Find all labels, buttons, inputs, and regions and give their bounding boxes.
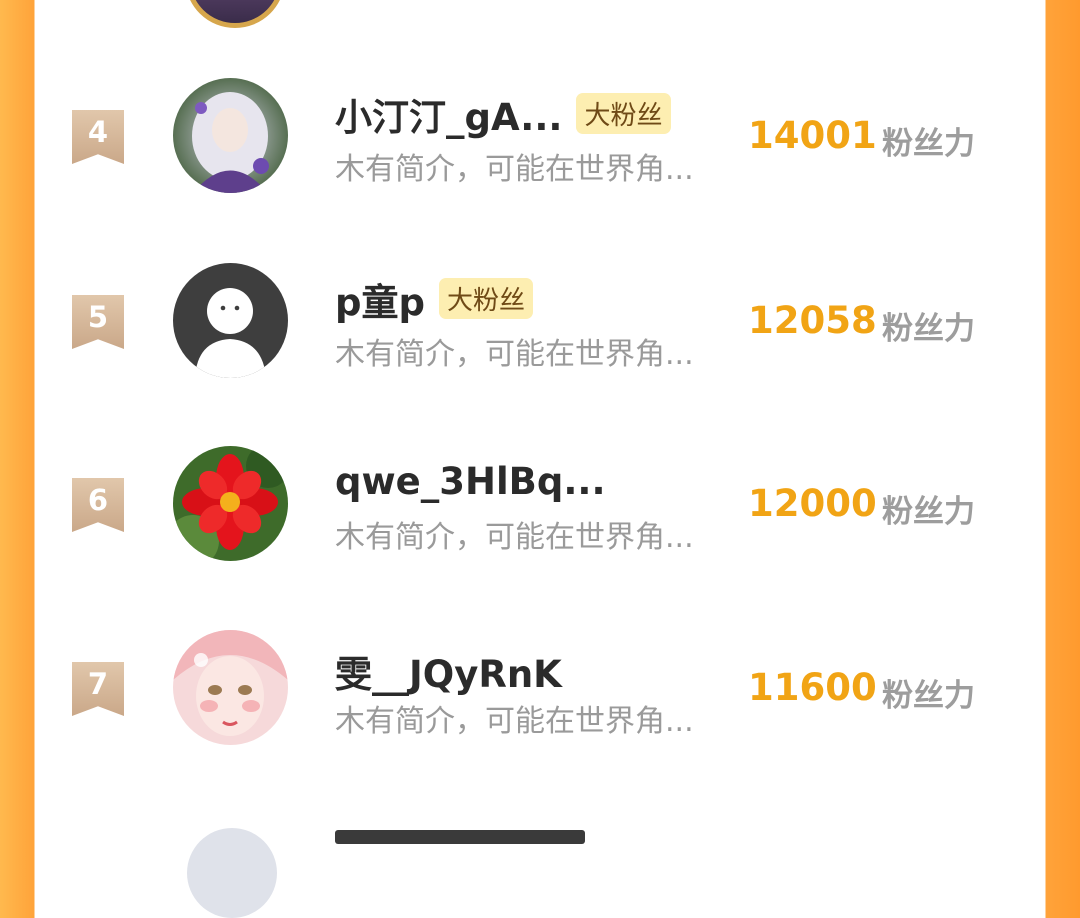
user-name-partial — [335, 830, 585, 844]
pink-girl-avatar-image — [173, 630, 288, 745]
avatar-top-partial[interactable] — [185, 0, 285, 28]
rank-badge: 4 — [72, 110, 124, 164]
fan-power-label: 粉丝力 — [882, 311, 975, 347]
list-item[interactable]: 5 p童p 大粉丝 木有简介，可能在世界角... 12058 粉丝力 — [35, 255, 1045, 405]
fan-power-score: 14001 — [748, 114, 877, 157]
fan-power-score: 11600 — [748, 666, 877, 709]
user-name-text: qwe_3HlBq... — [335, 460, 606, 503]
fan-power-label: 粉丝力 — [882, 494, 975, 530]
list-item[interactable]: 6 qwe_3HlBq... 木有简介，可能在世界角... 12000 粉丝力 — [35, 438, 1045, 588]
user-name[interactable]: 小汀汀_gA... 大粉丝 — [335, 87, 671, 141]
rank-badge: 7 — [72, 662, 124, 716]
avatar[interactable] — [173, 263, 288, 378]
user-name[interactable]: p童p 大粉丝 — [335, 272, 533, 326]
rank-badge: 6 — [72, 478, 124, 532]
user-name-text: 雯__JQyRnK — [335, 653, 562, 696]
fan-power-score: 12058 — [748, 299, 877, 342]
fan-power-score: 12000 — [748, 482, 877, 525]
list-item[interactable]: 4 小汀汀_gA... 大粉丝 木有简介，可能在世界角... 14001 粉丝力 — [35, 70, 1045, 220]
big-fan-badge: 大粉丝 — [438, 278, 533, 319]
user-name-text: 小汀汀_gA... — [335, 96, 563, 139]
ranking-list-card: 4 小汀汀_gA... 大粉丝 木有简介，可能在世界角... 14001 粉丝力… — [35, 0, 1045, 918]
user-name-text: p童p — [335, 281, 425, 324]
list-item[interactable]: 7 雯__JQyRnK 木有简介，可能在世界角... 11600 粉丝力 — [35, 622, 1045, 772]
default-user-avatar-image — [173, 263, 288, 378]
list-item-partial[interactable] — [35, 822, 1045, 918]
user-name[interactable]: 雯__JQyRnK — [335, 644, 562, 698]
user-intro: 木有简介，可能在世界角... — [335, 337, 694, 372]
avatar[interactable] — [173, 78, 288, 193]
red-flower-avatar-image — [173, 446, 288, 561]
big-fan-badge: 大粉丝 — [576, 93, 671, 134]
user-intro: 木有简介，可能在世界角... — [335, 520, 694, 555]
anime-girl-avatar-image — [173, 78, 288, 193]
user-intro: 木有简介，可能在世界角... — [335, 152, 694, 187]
user-intro: 木有简介，可能在世界角... — [335, 704, 694, 739]
fan-power-label: 粉丝力 — [882, 126, 975, 162]
avatar[interactable] — [173, 446, 288, 561]
avatar[interactable] — [173, 630, 288, 745]
rank-badge: 5 — [72, 295, 124, 349]
user-name[interactable]: qwe_3HlBq... — [335, 460, 606, 503]
avatar-partial[interactable] — [187, 828, 277, 918]
fan-power-label: 粉丝力 — [882, 678, 975, 714]
